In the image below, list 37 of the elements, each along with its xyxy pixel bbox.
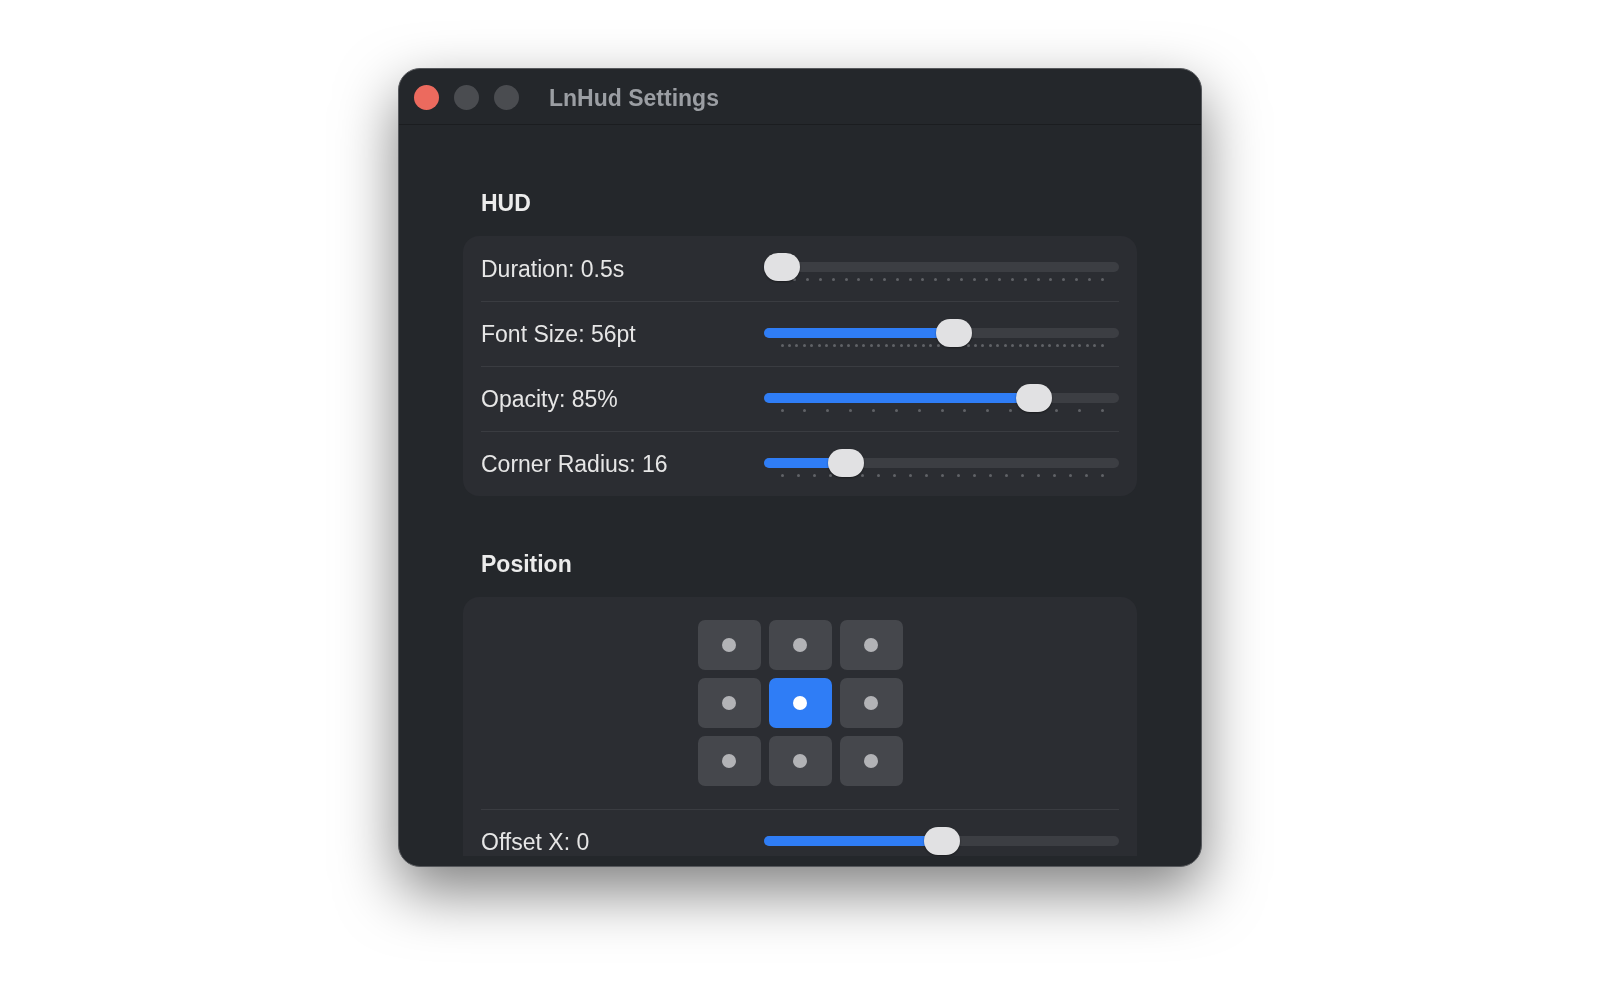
position-cell[interactable] bbox=[839, 736, 903, 786]
position-cell[interactable] bbox=[697, 620, 761, 670]
slider[interactable] bbox=[764, 826, 1119, 855]
dot-icon bbox=[722, 696, 736, 710]
position-cell[interactable] bbox=[768, 736, 832, 786]
dot-icon bbox=[864, 754, 878, 768]
slider-label: Corner Radius: 16 bbox=[481, 451, 669, 477]
dot-icon bbox=[793, 754, 807, 768]
slider[interactable] bbox=[764, 318, 1119, 347]
dot-icon bbox=[864, 638, 878, 652]
position-cell[interactable] bbox=[697, 678, 761, 728]
slider[interactable] bbox=[764, 253, 1119, 281]
position-cell[interactable] bbox=[768, 620, 832, 670]
slider-thumb[interactable] bbox=[827, 448, 864, 477]
position-cell[interactable] bbox=[697, 736, 761, 786]
window-title: LnHud Settings bbox=[549, 83, 719, 112]
slider[interactable] bbox=[764, 448, 1119, 477]
dot-icon bbox=[793, 696, 807, 710]
slider-label: Duration: 0.5s bbox=[481, 255, 626, 282]
dot-icon bbox=[722, 754, 736, 768]
slider-label: Offset X: 0 bbox=[481, 829, 591, 855]
slider-label: Opacity: 85% bbox=[481, 386, 619, 412]
position-cell[interactable] bbox=[768, 678, 832, 728]
slider-thumb[interactable] bbox=[764, 253, 800, 281]
slider-thumb[interactable] bbox=[1016, 383, 1052, 412]
dot-icon bbox=[793, 638, 807, 652]
slider-thumb[interactable] bbox=[923, 826, 960, 855]
slider[interactable] bbox=[764, 383, 1119, 412]
section-heading: HUD bbox=[480, 189, 532, 217]
dot-icon bbox=[722, 638, 736, 652]
position-cell[interactable] bbox=[839, 620, 903, 670]
section-heading: Position bbox=[480, 550, 573, 578]
position-cell[interactable] bbox=[839, 678, 903, 728]
slider-label: Font Size: 56pt bbox=[481, 321, 637, 347]
slider-thumb[interactable] bbox=[936, 318, 973, 347]
close-button[interactable] bbox=[414, 85, 439, 110]
dot-icon bbox=[864, 696, 878, 710]
